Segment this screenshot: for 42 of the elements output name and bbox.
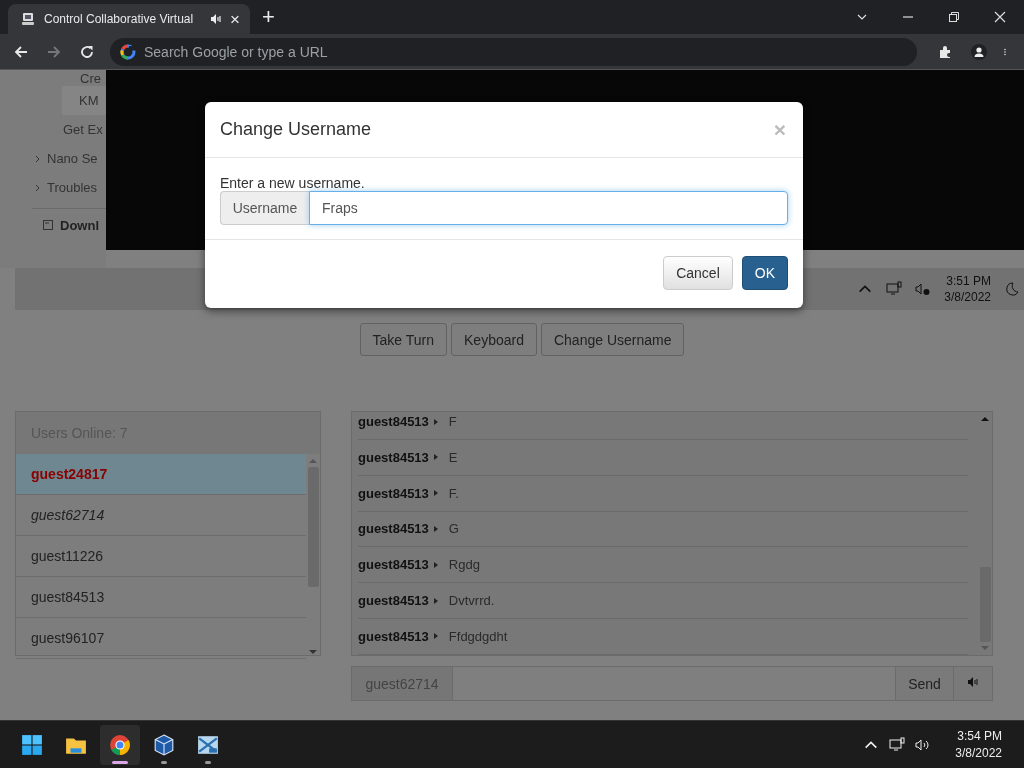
ok-button[interactable]: OK xyxy=(741,256,788,290)
tab-close-button[interactable]: × xyxy=(230,10,240,28)
message-author: guest84513 xyxy=(358,628,429,644)
message-author: guest84513 xyxy=(358,485,429,501)
message-author: guest84513 xyxy=(358,414,429,429)
user-list-item[interactable]: guest11226 xyxy=(16,536,306,577)
sidebar-item[interactable]: KM xyxy=(62,86,106,115)
username-field[interactable]: Fraps xyxy=(309,191,788,225)
username-label: Username xyxy=(220,191,309,225)
sidebar-item[interactable]: Troubles xyxy=(0,173,106,202)
dialog-title: Change Username xyxy=(220,119,372,140)
message-text: Rgdg xyxy=(448,557,480,573)
vm-clock-date: 3/8/2022 xyxy=(944,289,991,305)
sidebar-item[interactable]: Cre xyxy=(0,70,106,86)
cancel-button[interactable]: Cancel xyxy=(663,256,733,290)
address-bar[interactable]: Search Google or type a URL xyxy=(110,37,917,66)
user-list-item[interactable]: guest24817 xyxy=(16,454,306,495)
message-text: Ffdgdgdht xyxy=(448,628,508,644)
message-text: F xyxy=(448,414,457,429)
control-button[interactable]: Change Username xyxy=(540,323,685,356)
message-text: Dvtvrrd. xyxy=(448,593,495,609)
control-button[interactable]: Take Turn xyxy=(359,323,447,356)
control-button[interactable]: Keyboard xyxy=(451,323,537,356)
message-text: G xyxy=(448,521,459,537)
user-list-item[interactable]: guest84513 xyxy=(16,577,306,618)
new-tab-button[interactable]: + xyxy=(262,6,275,28)
download-link[interactable]: Downl xyxy=(0,209,106,241)
message-author: guest84513 xyxy=(358,449,429,465)
vm-clock-time: 3:51 PM xyxy=(946,273,991,289)
sidebar-item[interactable]: Get Ex xyxy=(0,115,106,144)
message-author: guest84513 xyxy=(358,593,429,609)
message-author: guest84513 xyxy=(358,557,429,573)
message-text: E xyxy=(448,449,458,465)
dialog-prompt: Enter a new username. xyxy=(220,175,366,191)
clock-time: 3:54 PM xyxy=(957,727,1002,745)
user-list-item[interactable]: guest62714 xyxy=(16,495,306,536)
sidebar-item[interactable]: Nano Se xyxy=(0,144,106,173)
tab-title[interactable]: Control Collaborative Virtual xyxy=(44,12,203,26)
clock-date: 3/8/2022 xyxy=(955,744,1002,762)
message-text: F. xyxy=(448,485,459,501)
user-list-item[interactable]: guest96107 xyxy=(16,618,306,659)
message-author: guest84513 xyxy=(358,521,429,537)
